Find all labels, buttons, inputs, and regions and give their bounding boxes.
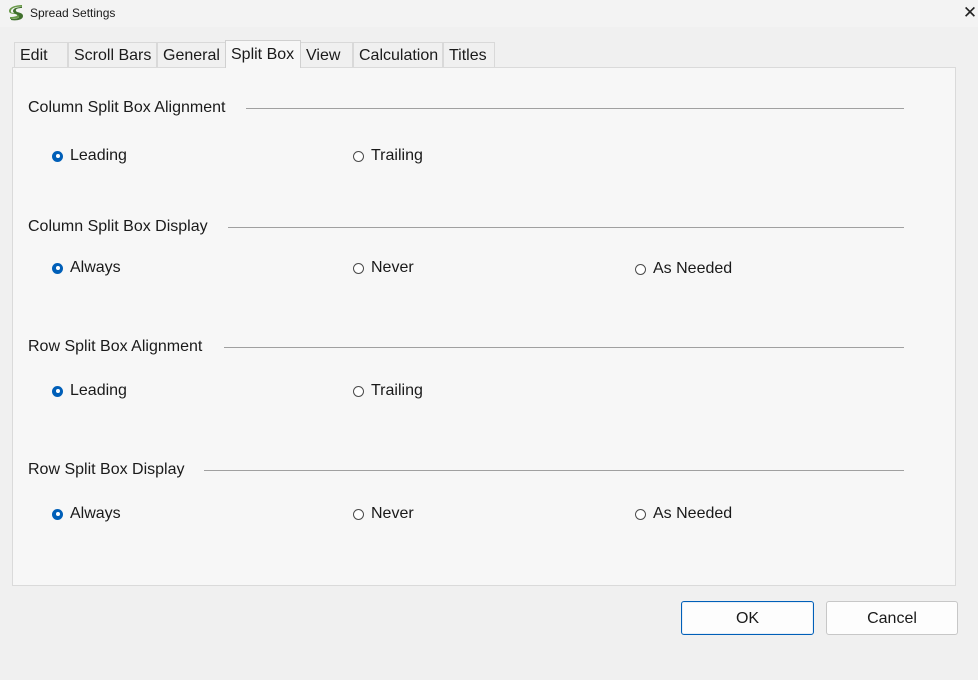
tab-calculation[interactable]: Calculation bbox=[353, 42, 443, 67]
spread-settings-dialog: Spread Settings ✕ Edit Scroll Bars Gener… bbox=[0, 0, 978, 680]
split-box-panel: Column Split Box Alignment Leading Trail… bbox=[12, 67, 956, 586]
group-divider bbox=[228, 227, 904, 228]
radio-label: As Needed bbox=[653, 260, 733, 277]
spread-logo-icon bbox=[9, 5, 23, 21]
tab-split-box[interactable]: Split Box bbox=[225, 40, 301, 68]
radio-unchecked-icon bbox=[353, 385, 364, 397]
radio-column-alignment-leading[interactable]: Leading bbox=[52, 146, 127, 166]
window-title: Spread Settings bbox=[30, 6, 116, 20]
radio-label: Trailing bbox=[371, 382, 423, 399]
group-title-column-display: Column Split Box Display bbox=[28, 218, 208, 235]
radio-unchecked-icon bbox=[635, 263, 646, 275]
group-title-row-alignment: Row Split Box Alignment bbox=[28, 338, 203, 355]
radio-unchecked-icon bbox=[353, 508, 364, 520]
title-bar: Spread Settings ✕ bbox=[0, 0, 978, 27]
radio-row-alignment-leading[interactable]: Leading bbox=[52, 381, 127, 401]
tab-label: View bbox=[306, 47, 341, 64]
cancel-button[interactable]: Cancel bbox=[826, 601, 958, 635]
radio-row-alignment-trailing[interactable]: Trailing bbox=[353, 381, 423, 401]
tab-titles[interactable]: Titles bbox=[443, 42, 495, 67]
radio-row-display-as-needed[interactable]: As Needed bbox=[635, 504, 732, 524]
tab-label: Titles bbox=[449, 47, 487, 64]
radio-unchecked-icon bbox=[353, 262, 364, 274]
radio-checked-icon bbox=[52, 262, 63, 274]
radio-label: Trailing bbox=[371, 147, 423, 164]
tab-label: Edit bbox=[20, 47, 48, 64]
radio-unchecked-icon bbox=[635, 508, 646, 520]
tab-edit[interactable]: Edit bbox=[14, 42, 68, 67]
radio-column-display-never[interactable]: Never bbox=[353, 258, 414, 278]
tab-label: General bbox=[163, 47, 220, 64]
tab-label: Scroll Bars bbox=[74, 47, 152, 64]
radio-column-display-as-needed[interactable]: As Needed bbox=[635, 259, 732, 279]
radio-checked-icon bbox=[52, 385, 63, 397]
radio-checked-icon bbox=[52, 508, 63, 520]
radio-label: Leading bbox=[70, 382, 127, 399]
radio-label: As Needed bbox=[653, 505, 733, 522]
tab-label: Calculation bbox=[359, 47, 439, 64]
radio-column-display-always[interactable]: Always bbox=[52, 258, 121, 278]
radio-label: Never bbox=[371, 259, 414, 276]
radio-column-alignment-trailing[interactable]: Trailing bbox=[353, 146, 423, 166]
ok-button[interactable]: OK bbox=[681, 601, 814, 635]
group-title-column-alignment: Column Split Box Alignment bbox=[28, 99, 226, 116]
radio-row-display-always[interactable]: Always bbox=[52, 504, 121, 524]
radio-checked-icon bbox=[52, 150, 63, 162]
radio-label: Always bbox=[70, 259, 121, 276]
tab-label: Split Box bbox=[231, 46, 295, 63]
radio-row-display-never[interactable]: Never bbox=[353, 504, 414, 524]
group-divider bbox=[204, 470, 904, 471]
radio-label: Never bbox=[371, 505, 414, 522]
radio-unchecked-icon bbox=[353, 150, 364, 162]
tab-scroll-bars[interactable]: Scroll Bars bbox=[68, 42, 157, 67]
group-divider bbox=[246, 108, 904, 109]
tab-general[interactable]: General bbox=[157, 42, 226, 67]
tab-view[interactable]: View bbox=[300, 42, 353, 67]
close-button[interactable]: ✕ bbox=[962, 0, 978, 27]
radio-label: Leading bbox=[70, 147, 127, 164]
close-icon: ✕ bbox=[962, 3, 978, 22]
group-divider bbox=[224, 347, 904, 348]
radio-label: Always bbox=[70, 505, 121, 522]
group-title-row-display: Row Split Box Display bbox=[28, 461, 185, 478]
